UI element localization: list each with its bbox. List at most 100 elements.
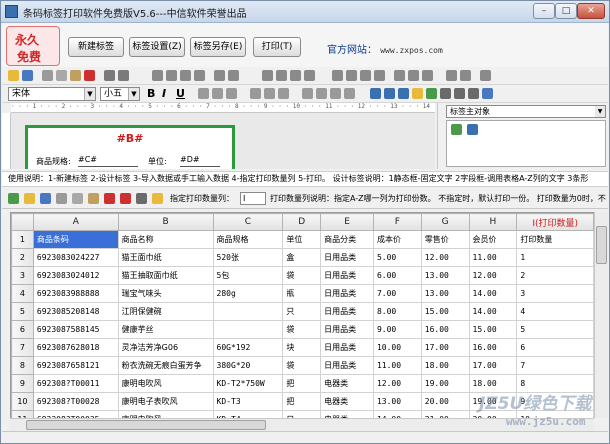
shrink-width-icon[interactable] — [408, 70, 419, 81]
table-cell[interactable]: 会员价 — [468, 230, 518, 249]
column-header-c[interactable]: C — [212, 213, 284, 231]
unit-label[interactable]: 单位: — [148, 156, 167, 167]
table-cell[interactable]: 16.00 — [468, 338, 518, 357]
table-cell[interactable]: 13.00 — [420, 284, 470, 303]
table-row[interactable]: 3 6923083024012 猫王抽取面巾纸 5包袋日用品类 6.00 13.00 12.… — [11, 266, 594, 285]
table-cell[interactable]: 6923083024227 — [32, 248, 119, 267]
table-cell[interactable]: 6 — [516, 338, 594, 357]
table-cell[interactable]: 日用品类 — [320, 320, 374, 339]
move-right-icon[interactable] — [346, 70, 357, 81]
table-cell[interactable]: 6923087588145 — [32, 320, 119, 339]
table-cell[interactable]: 520张 — [212, 248, 284, 267]
print-button[interactable]: 打印(T) — [253, 37, 301, 57]
table-cell[interactable]: 瓶 — [282, 284, 322, 303]
bring-front-icon[interactable] — [460, 70, 471, 81]
shrink-height-icon[interactable] — [446, 70, 457, 81]
table-cell[interactable]: 猫王面巾纸 — [117, 248, 214, 267]
open-data-icon[interactable] — [24, 193, 35, 204]
space-horizontal-icon[interactable] — [304, 70, 315, 81]
barcode-icon[interactable] — [468, 88, 479, 99]
label-design-canvas[interactable]: #B# 商品规格: #C# 单位: #D# — [11, 113, 435, 169]
table-cell[interactable]: 单位 — [282, 230, 322, 249]
table-row[interactable]: 1 商品条码 商品名称 商品规格 单位 商品分类 成本价 零售价 会员价 打印数量 — [11, 230, 594, 249]
row-header[interactable]: 4 — [11, 284, 34, 303]
move-left-icon[interactable] — [332, 70, 343, 81]
corner-cell[interactable] — [11, 213, 34, 231]
row-header[interactable]: 8 — [11, 356, 34, 375]
qty-column-spinner[interactable]: I — [240, 192, 266, 205]
close-button[interactable]: ✕ — [577, 3, 605, 19]
table-row[interactable]: 2 6923083024227 猫王面巾纸 520张盒日用品类 5.00 12.00 11.… — [11, 248, 594, 267]
column-header-d[interactable]: D — [282, 213, 322, 231]
column-header-a[interactable]: A — [32, 213, 119, 231]
undo-icon[interactable] — [104, 70, 115, 81]
sort-az-icon[interactable] — [467, 124, 478, 135]
table-cell[interactable]: KD-T3 — [212, 392, 284, 411]
unit-field[interactable]: #D# — [180, 155, 220, 167]
table-cell[interactable]: 9.00 — [372, 320, 422, 339]
image-object-icon[interactable] — [384, 88, 395, 99]
new-label-button[interactable]: 新建标签 — [68, 37, 124, 57]
table-cell[interactable]: 电器类 — [320, 410, 374, 418]
table-row[interactable]: 7 6923087628018 灵净洁芳净G06 60G*192 块日用品类 10.00 1… — [11, 338, 594, 357]
table-cell[interactable]: 袋 — [282, 356, 322, 375]
text-align-center-icon[interactable] — [212, 88, 223, 99]
table-cell[interactable]: 8.00 — [372, 302, 422, 321]
table-cell[interactable]: 盒 — [282, 248, 322, 267]
spec-label[interactable]: 商品规格: — [36, 156, 71, 167]
table-cell[interactable]: 14.00 — [468, 302, 518, 321]
grow-height-icon[interactable] — [422, 70, 433, 81]
table-cell[interactable]: 13.00 — [420, 266, 470, 285]
table-cell[interactable]: 5 — [516, 320, 594, 339]
table-cell[interactable]: 康明电吹风 — [117, 374, 214, 393]
table-cell[interactable]: 商品分类 — [320, 230, 374, 249]
table-cell[interactable]: 20.00 — [420, 392, 470, 411]
move-up-icon[interactable] — [360, 70, 371, 81]
row-header[interactable]: 9 — [11, 374, 34, 393]
official-site[interactable]: 官方网站： www.zxpos.com — [327, 41, 443, 56]
table-cell[interactable]: 15.00 — [468, 320, 518, 339]
border-icon[interactable] — [302, 88, 313, 99]
table-cell[interactable]: 13.00 — [372, 392, 422, 411]
center-horizontal-icon[interactable] — [214, 70, 225, 81]
align-left-icon[interactable] — [152, 70, 163, 81]
move-down-icon[interactable] — [374, 70, 385, 81]
table-cell[interactable]: 12.00 — [372, 374, 422, 393]
row-header[interactable]: 5 — [11, 302, 34, 321]
property-list[interactable] — [446, 120, 606, 167]
center-vertical-icon[interactable] — [228, 70, 239, 81]
paste-icon[interactable] — [70, 70, 81, 81]
table-cell[interactable]: 7.00 — [372, 284, 422, 303]
table-cell[interactable]: 把 — [282, 374, 322, 393]
table-cell[interactable]: 11.00 — [468, 248, 518, 267]
table-cell[interactable]: 袋 — [282, 320, 322, 339]
table-cell[interactable]: 粉衣洗碗无痕白蛋芳争 — [117, 356, 214, 375]
table-cell[interactable]: 打印数量 — [516, 230, 594, 249]
minimize-button[interactable]: – — [533, 3, 555, 19]
table-cell[interactable]: 电器类 — [320, 374, 374, 393]
table-cell[interactable]: 瑞宝气味头 — [117, 284, 214, 303]
font-family-select[interactable]: 宋体 ▼ — [8, 87, 96, 101]
save-icon[interactable] — [22, 70, 33, 81]
valign-middle-icon[interactable] — [264, 88, 275, 99]
table-cell[interactable]: 商品条码 — [32, 230, 119, 249]
table-cell[interactable]: 灵净洁芳净G06 — [117, 338, 214, 357]
clear-icon[interactable] — [120, 193, 131, 204]
import-icon[interactable] — [8, 193, 19, 204]
table-cell[interactable]: 6923087628018 — [32, 338, 119, 357]
same-width-icon[interactable] — [262, 70, 273, 81]
lock-icon[interactable] — [152, 193, 163, 204]
table-cell[interactable]: 4 — [516, 302, 594, 321]
spec-field[interactable]: #C# — [78, 155, 138, 167]
text-object-icon[interactable] — [370, 88, 381, 99]
column-header-e[interactable]: E — [320, 213, 374, 231]
underline-button[interactable]: U — [176, 87, 185, 100]
redo-icon[interactable] — [118, 70, 129, 81]
table-cell[interactable]: 日用品类 — [320, 248, 374, 267]
row-header[interactable]: 1 — [11, 230, 34, 249]
table-cell[interactable]: 商品规格 — [212, 230, 284, 249]
qrcode-icon[interactable] — [412, 88, 423, 99]
row-header[interactable]: 10 — [11, 392, 34, 411]
picture-icon[interactable] — [426, 88, 437, 99]
table-cell[interactable]: 3 — [516, 284, 594, 303]
